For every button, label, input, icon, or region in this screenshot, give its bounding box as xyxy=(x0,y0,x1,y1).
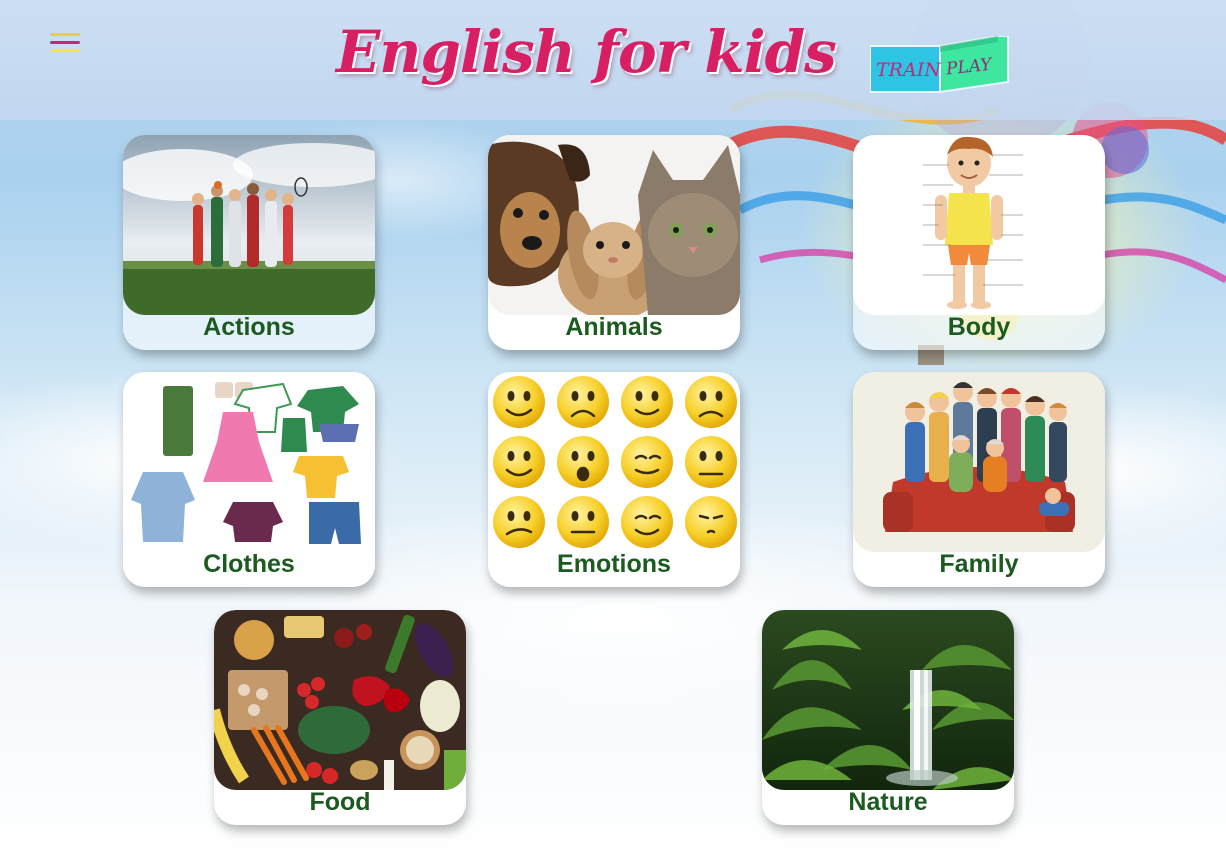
food-photo xyxy=(214,610,466,790)
app-header: English for kids TRAIN PLAY xyxy=(0,0,1226,120)
body-diagram xyxy=(853,135,1105,315)
category-label: Clothes xyxy=(203,550,295,578)
category-label: Actions xyxy=(203,313,295,341)
nature-photo xyxy=(762,610,1014,790)
train-label: TRAIN xyxy=(876,59,942,81)
category-label: Food xyxy=(309,788,371,816)
animals-photo xyxy=(488,135,740,315)
clothes-photo xyxy=(123,372,375,552)
category-card-animals[interactable]: Animals xyxy=(488,135,740,350)
category-card-emotions[interactable]: Emotions xyxy=(488,372,740,587)
family-illustration xyxy=(853,372,1105,552)
category-card-family[interactable]: Family xyxy=(853,372,1105,587)
emotions-photo xyxy=(488,372,740,552)
page-title: English for kids xyxy=(336,18,837,86)
category-label: Animals xyxy=(565,313,663,341)
actions-photo xyxy=(123,135,375,315)
train-play-toggle[interactable]: TRAIN PLAY xyxy=(869,35,1010,94)
category-card-nature[interactable]: Nature xyxy=(762,610,1014,825)
category-label: Body xyxy=(947,313,1011,341)
category-card-food[interactable]: Food xyxy=(214,610,466,825)
category-card-actions[interactable]: Actions xyxy=(123,135,375,350)
category-label: Family xyxy=(939,550,1019,578)
category-label: Nature xyxy=(848,788,928,816)
hamburger-menu-icon[interactable] xyxy=(50,31,82,55)
category-card-clothes[interactable]: Clothes xyxy=(123,372,375,587)
category-label: Emotions xyxy=(557,550,671,578)
category-card-body[interactable]: Body xyxy=(853,135,1105,350)
